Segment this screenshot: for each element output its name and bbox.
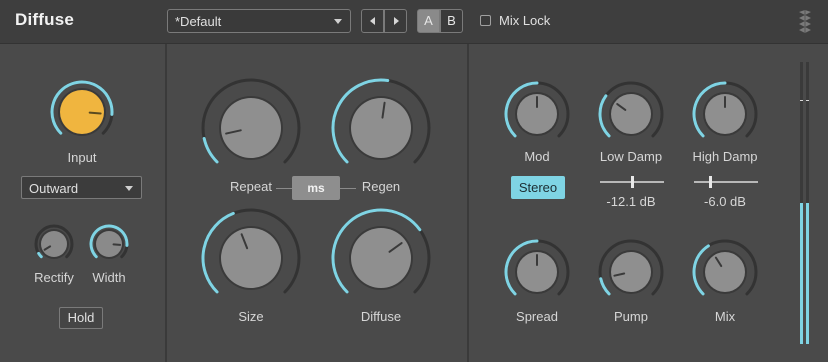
header-bar [0, 0, 828, 44]
output-meter-left [800, 62, 803, 344]
knob-cap [351, 98, 411, 158]
knob-cap [60, 90, 104, 134]
slider-thumb[interactable] [631, 176, 634, 188]
low-damp-slider[interactable] [600, 176, 664, 188]
knob-value-arc [37, 251, 43, 259]
stereo-button[interactable]: Stereo [511, 176, 565, 199]
high-damp-readout: -6.0 dB [704, 194, 746, 209]
input-knob[interactable] [50, 80, 114, 144]
knob-pointer [88, 111, 102, 115]
knob-cap [41, 231, 67, 257]
mod-label: Mod [524, 149, 550, 164]
mix-knob[interactable] [692, 239, 758, 304]
mod-knob[interactable] [504, 81, 570, 146]
mix-label: Mix [714, 309, 736, 324]
slider-thumb[interactable] [709, 176, 712, 188]
meter-level [800, 203, 803, 344]
knob-cap [351, 228, 411, 288]
high-damp-slider[interactable] [694, 176, 758, 188]
brand-logo-icon [799, 10, 811, 33]
arrow-left-icon [370, 17, 375, 25]
low-damp-readout: -12.1 dB [606, 194, 656, 209]
rectify-knob[interactable] [34, 224, 74, 264]
width-label: Width [92, 270, 126, 285]
mode-dropdown[interactable]: Outward [21, 176, 142, 199]
repeat-knob[interactable] [201, 78, 301, 178]
size-label: Size [238, 309, 264, 324]
hold-button[interactable]: Hold [59, 307, 103, 329]
knob-cap [705, 252, 745, 292]
ms-sync-button[interactable]: ms [292, 176, 340, 200]
high-damp-knob[interactable] [692, 81, 758, 146]
mode-dropdown-value: Outward [29, 181, 79, 196]
width-knob[interactable] [89, 224, 129, 264]
repeat-label: Repeat [230, 179, 272, 194]
meter-peak-marker [806, 100, 809, 102]
knob-value-arc [202, 136, 219, 164]
spread-label: Spread [516, 309, 558, 324]
a-compare-button[interactable]: A [417, 9, 440, 33]
knob-value-arc [599, 277, 611, 296]
knob-cap [221, 228, 281, 288]
pump-knob[interactable] [598, 239, 664, 304]
preset-name: *Default [175, 14, 222, 29]
low-damp-label: Low Damp [599, 149, 663, 164]
knob-pointer [112, 243, 122, 246]
regen-label: Regen [361, 179, 401, 194]
mix-lock-checkbox[interactable] [480, 15, 491, 26]
meter-peak-marker [800, 100, 803, 102]
chevron-down-icon [334, 19, 342, 24]
output-meter-right [806, 62, 809, 344]
high-damp-label: High Damp [692, 149, 758, 164]
mix-lock-label: Mix Lock [499, 13, 551, 28]
previous-preset-button[interactable] [361, 9, 384, 33]
knob-value-arc [598, 94, 611, 138]
regen-knob[interactable] [331, 78, 431, 178]
pump-label: Pump [614, 309, 648, 324]
section-divider [165, 44, 167, 362]
size-knob[interactable] [201, 208, 301, 308]
knob-cap [611, 94, 651, 134]
b-compare-button[interactable]: B [440, 9, 463, 33]
low-damp-knob[interactable] [598, 81, 664, 146]
meter-level [806, 203, 809, 344]
knob-cap [221, 98, 281, 158]
input-label: Input [67, 150, 97, 165]
ms-link-line [276, 188, 292, 189]
chevron-down-icon [125, 186, 133, 191]
next-preset-button[interactable] [384, 9, 407, 33]
rectify-label: Rectify [34, 270, 74, 285]
section-divider [467, 44, 469, 362]
knob-cap [611, 252, 651, 292]
preset-dropdown[interactable]: *Default [167, 9, 351, 33]
plugin-title: Diffuse [15, 10, 75, 29]
arrow-right-icon [394, 17, 399, 25]
diffuse-label: Diffuse [360, 309, 402, 324]
spread-knob[interactable] [504, 239, 570, 304]
diffuse-knob[interactable] [331, 208, 431, 308]
